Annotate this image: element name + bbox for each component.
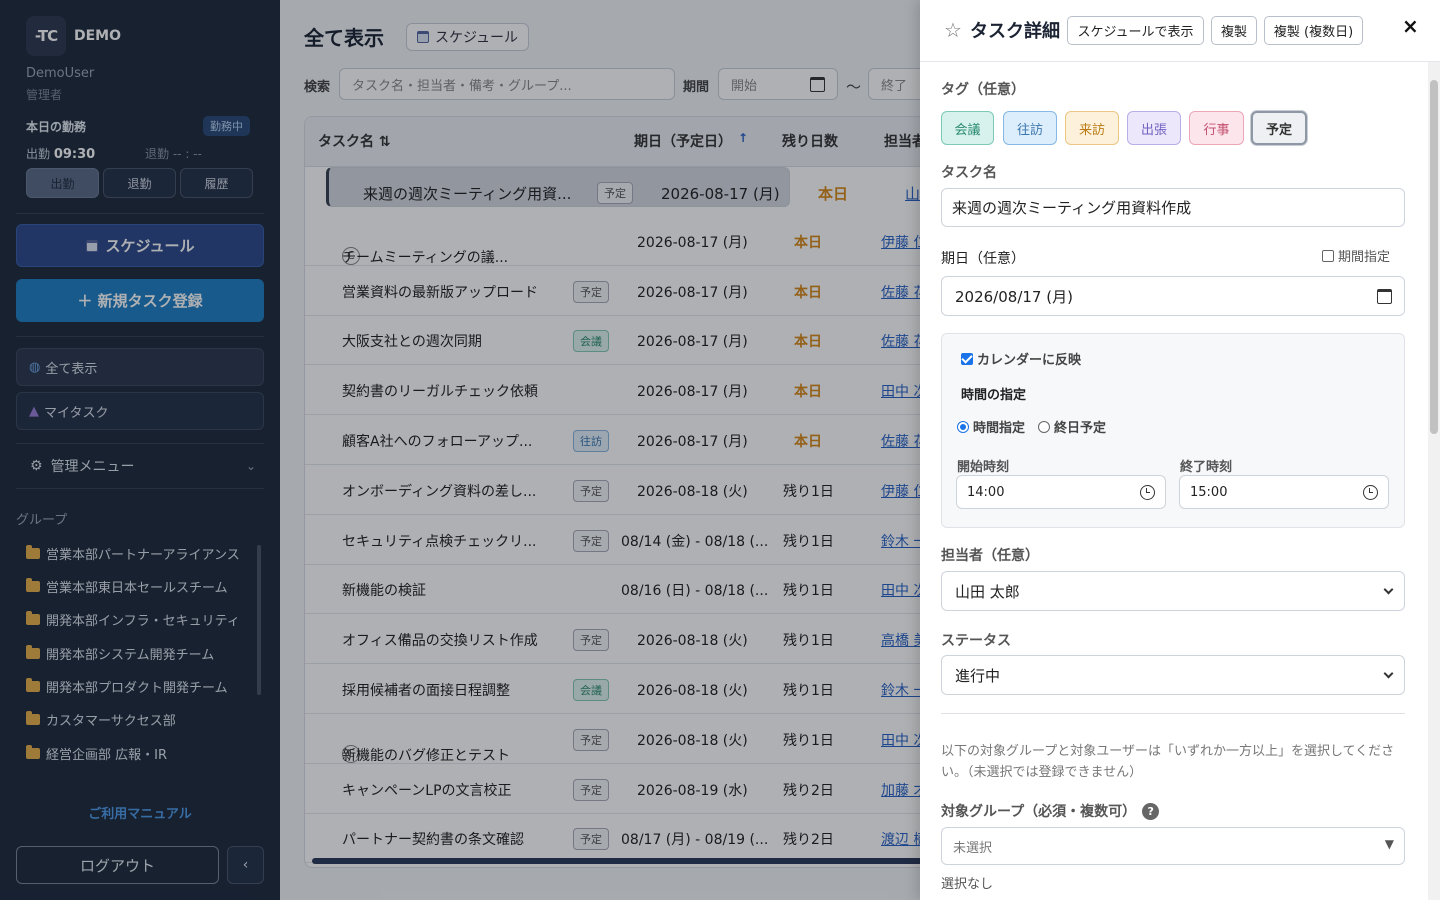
- duplicate-multi-button[interactable]: 複製 (複数日): [1264, 16, 1363, 45]
- chevron-down-icon: [1383, 668, 1394, 679]
- radio-icon: [1038, 421, 1050, 433]
- duplicate-button[interactable]: 複製: [1211, 16, 1257, 45]
- target-group-label: 対象グループ（必須・複数可）?: [941, 801, 1160, 821]
- panel-header: ☆ タスク詳細 スケジュールで表示 複製 複製 (複数日) ×: [920, 0, 1440, 62]
- tag-button[interactable]: 出張: [1127, 111, 1181, 145]
- due-date-input[interactable]: 2026/08/17 (月): [941, 276, 1405, 316]
- period-checkbox-label: 期間指定: [1338, 250, 1391, 265]
- star-icon[interactable]: ☆: [944, 18, 962, 42]
- clock-icon: [1363, 485, 1378, 500]
- panel-title: タスク詳細: [970, 21, 1060, 42]
- end-time-label: 終了時刻: [1180, 460, 1233, 475]
- start-time-value: 14:00: [967, 484, 1005, 500]
- owner-label: 担当者（任意）: [941, 548, 1039, 564]
- target-group-label-text: 対象グループ（必須・複数可）: [941, 804, 1137, 820]
- target-note: 以下の対象グループと対象ユーザーは「いずれか一方以上」を選択してください。（未選…: [941, 744, 1395, 780]
- due-label: 期日（任意）: [941, 251, 1025, 267]
- calendar-icon[interactable]: [1377, 289, 1392, 304]
- period-checkbox[interactable]: 期間指定: [1322, 246, 1390, 265]
- chevron-down-icon: [1383, 584, 1394, 595]
- owner-value: 山田 太郎: [955, 582, 1020, 601]
- tag-button[interactable]: 往訪: [1003, 111, 1057, 145]
- status-select[interactable]: 進行中: [941, 655, 1405, 695]
- tag-button[interactable]: 来訪: [1065, 111, 1119, 145]
- dropdown-arrow-icon: ▼: [1384, 837, 1394, 851]
- status-label: ステータス: [941, 633, 1011, 649]
- task-detail-panel: ☆ タスク詳細 スケジュールで表示 複製 複製 (複数日) × タグ（任意） 会…: [920, 0, 1440, 900]
- end-time-value: 15:00: [1190, 484, 1228, 500]
- app-root: -TC DEMO DemoUser 管理者 本日の勤務 勤務中 出勤 09:30…: [0, 0, 1440, 900]
- clock-icon: [1140, 485, 1155, 500]
- end-time-input[interactable]: 15:00: [1179, 475, 1389, 509]
- tag-button[interactable]: 会議: [941, 111, 994, 145]
- radio-allday-label: 終日予定: [1054, 421, 1107, 436]
- calendar-reflect-label: カレンダーに反映: [977, 353, 1082, 368]
- time-spec-title: 時間の指定: [961, 388, 1027, 403]
- target-none-text: 選択なし: [941, 877, 994, 892]
- start-time-input[interactable]: 14:00: [956, 475, 1166, 509]
- modal-overlay[interactable]: [0, 0, 920, 900]
- tag-button[interactable]: 行事: [1189, 111, 1244, 145]
- checkbox-icon: [1322, 250, 1334, 262]
- radio-allday[interactable]: 終日予定: [1038, 417, 1106, 436]
- radio-selected-icon: [957, 421, 969, 433]
- divider: [941, 713, 1405, 714]
- task-name-input[interactable]: 来週の週次ミーティング用資料作成: [941, 188, 1405, 227]
- show-in-schedule-button[interactable]: スケジュールで表示: [1067, 16, 1204, 45]
- panel-scroll-thumb[interactable]: [1430, 80, 1438, 434]
- close-icon[interactable]: ×: [1402, 14, 1419, 38]
- target-group-select[interactable]: 未選択 ▼: [941, 827, 1405, 865]
- calendar-reflect-checkbox[interactable]: カレンダーに反映: [961, 349, 1081, 368]
- radio-timed-label: 時間指定: [973, 421, 1026, 436]
- owner-select[interactable]: 山田 太郎: [941, 571, 1405, 611]
- target-group-value: 未選択: [953, 840, 993, 856]
- task-name-label: タスク名: [941, 165, 997, 181]
- status-value: 進行中: [955, 666, 1001, 685]
- start-time-label: 開始時刻: [957, 460, 1010, 475]
- tag-button[interactable]: 予定: [1251, 111, 1307, 145]
- tag-label: タグ（任意）: [941, 82, 1025, 98]
- checkbox-checked-icon: [961, 353, 973, 365]
- due-date-value: 2026/08/17 (月): [955, 287, 1073, 306]
- help-icon[interactable]: ?: [1142, 803, 1160, 820]
- radio-timed[interactable]: 時間指定: [957, 417, 1025, 436]
